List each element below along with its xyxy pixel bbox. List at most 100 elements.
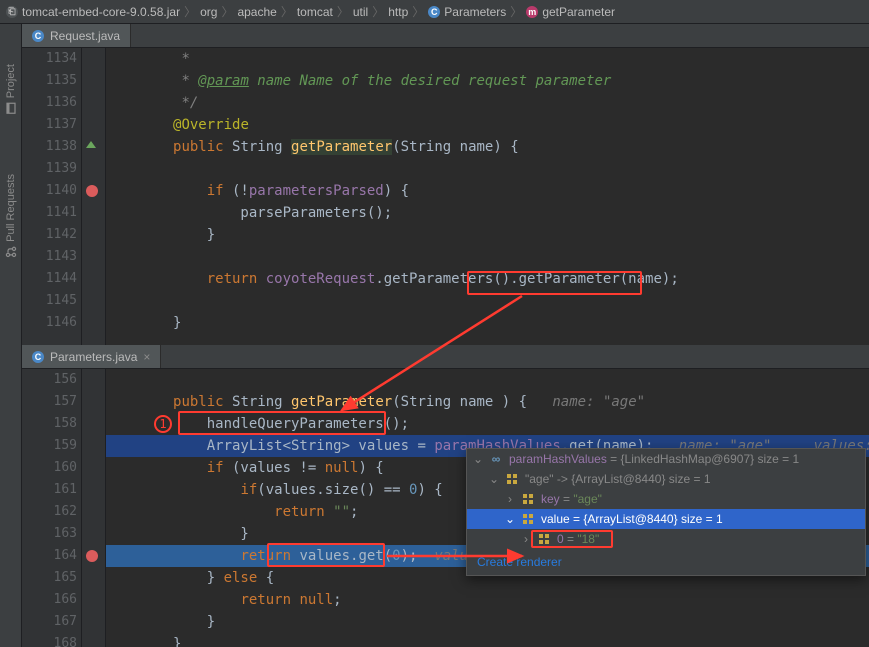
line-number: 1140 — [22, 183, 77, 198]
line-number: 159 — [22, 438, 77, 453]
line-number: 160 — [22, 460, 77, 475]
toolwindow-pull-requests[interactable]: Pull Requests — [5, 174, 17, 258]
debug-var-text: "age" -> {ArrayList@8440} size = 1 — [525, 472, 711, 486]
debug-var-row[interactable]: › 0 = "18" — [467, 529, 865, 549]
tree-collapsed-icon[interactable]: › — [521, 532, 531, 546]
line-number: 158 — [22, 416, 77, 431]
debug-var-row[interactable]: › key = "age" — [467, 489, 865, 509]
code-line[interactable]: } — [106, 224, 869, 246]
code-line[interactable]: */ — [106, 92, 869, 114]
breadcrumb-item[interactable]: ⎗tomcat-embed-core-9.0.58.jar — [6, 5, 180, 19]
line-number: 1138 — [22, 139, 77, 154]
code-line[interactable]: public String getParameter(String name) … — [106, 136, 869, 158]
overrides-icon — [86, 141, 96, 148]
breadcrumb-item[interactable]: util — [353, 5, 368, 19]
debug-var-row[interactable]: ⌄ "age" -> {ArrayList@8440} size = 1 — [467, 469, 865, 489]
code-line[interactable]: } — [106, 633, 869, 647]
breadcrumb-item[interactable]: m getParameter — [526, 5, 615, 19]
line-number: 1146 — [22, 315, 77, 330]
line-number: 165 — [22, 570, 77, 585]
chevron-right-icon: 〉 — [372, 3, 384, 20]
tab-request-java[interactable]: C Request.java — [22, 24, 131, 47]
line-number: 1145 — [22, 293, 77, 308]
editor-request[interactable]: 1134113511361137113811391140114111421143… — [22, 48, 869, 345]
object-icon — [489, 452, 503, 466]
debug-var-row[interactable]: ⌄ value = {ArrayList@8440} size = 1 — [467, 509, 865, 529]
close-icon[interactable]: × — [143, 350, 150, 364]
breadcrumb-label: tomcat — [297, 5, 333, 19]
tab-label: Request.java — [50, 29, 120, 43]
tree-expanded-icon[interactable]: ⌄ — [473, 452, 483, 466]
line-number: 1134 — [22, 51, 77, 66]
code-line[interactable]: * — [106, 48, 869, 70]
tree-expanded-icon[interactable]: ⌄ — [489, 472, 499, 486]
code-line[interactable] — [106, 158, 869, 180]
line-number: 1139 — [22, 161, 77, 176]
line-number: 1144 — [22, 271, 77, 286]
breadcrumb-item[interactable]: tomcat — [297, 5, 333, 19]
code-line[interactable] — [106, 246, 869, 268]
create-renderer-link[interactable]: Create renderer — [467, 549, 865, 575]
debug-var-text: key = "age" — [541, 492, 602, 506]
breadcrumb-item[interactable]: apache — [237, 5, 276, 19]
code-line[interactable]: parseParameters(); — [106, 202, 869, 224]
tab-label: Parameters.java — [50, 350, 137, 364]
debug-var-text: value = {ArrayList@8440} size = 1 — [541, 512, 723, 526]
line-number: 161 — [22, 482, 77, 497]
line-number: 162 — [22, 504, 77, 519]
editor-tabstrip-top: C Request.java — [22, 24, 869, 48]
code-line[interactable]: } — [106, 611, 869, 633]
code-line[interactable]: return null; — [106, 589, 869, 611]
toolwindow-strip: Project Pull Requests — [0, 24, 22, 647]
code-line[interactable] — [106, 290, 869, 312]
breadcrumb: ⎗tomcat-embed-core-9.0.58.jar 〉 org 〉 apache… — [0, 0, 869, 24]
line-number: 163 — [22, 526, 77, 541]
debug-var-text: 0 = "18" — [557, 532, 599, 546]
chevron-right-icon: 〉 — [221, 3, 233, 20]
line-number: 157 — [22, 394, 77, 409]
code-line[interactable]: } — [106, 312, 869, 334]
line-number: 1142 — [22, 227, 77, 242]
field-icon — [537, 532, 551, 546]
line-number: 168 — [22, 636, 77, 647]
line-number: 164 — [22, 548, 77, 563]
line-number: 1135 — [22, 73, 77, 88]
debugger-inline-popup[interactable]: ⌄ paramHashValues = {LinkedHashMap@6907} … — [466, 448, 866, 576]
line-number: 1143 — [22, 249, 77, 264]
code-line[interactable]: @Override — [106, 114, 869, 136]
chevron-right-icon: 〉 — [184, 3, 196, 20]
line-number: 1137 — [22, 117, 77, 132]
chevron-right-icon: 〉 — [281, 3, 293, 20]
breadcrumb-item[interactable]: CParameters — [428, 5, 506, 19]
field-icon — [505, 472, 519, 486]
code-line[interactable]: return coyoteRequest.getParameters().get… — [106, 268, 869, 290]
breadcrumb-label: http — [388, 5, 408, 19]
breadcrumb-label: getParameter — [542, 5, 615, 19]
editor-parameters[interactable]: 156157158159160161162163164165166167168 … — [22, 369, 869, 647]
line-number: 167 — [22, 614, 77, 629]
code-line[interactable]: if (!parametersParsed) { — [106, 180, 869, 202]
line-number: 166 — [22, 592, 77, 607]
toolwindow-project[interactable]: Project — [5, 64, 17, 114]
field-icon — [521, 492, 535, 506]
chevron-right-icon: 〉 — [337, 3, 349, 20]
tree-collapsed-icon[interactable]: › — [505, 492, 515, 506]
tree-expanded-icon[interactable]: ⌄ — [505, 512, 515, 526]
code-line[interactable]: public String getParameter(String name )… — [106, 391, 869, 413]
code-line[interactable] — [106, 369, 869, 391]
lib-icon: ⎗ — [6, 6, 18, 18]
breadcrumb-item[interactable]: org — [200, 5, 217, 19]
chevron-right-icon: 〉 — [510, 3, 522, 20]
breadcrumb-label: org — [200, 5, 217, 19]
debug-var-text: paramHashValues = {LinkedHashMap@6907} s… — [509, 452, 799, 466]
method-icon: m — [526, 6, 538, 18]
toolwindow-project-label: Project — [5, 64, 17, 98]
code-line[interactable]: handleQueryParameters(); — [106, 413, 869, 435]
code-line[interactable]: * @param name Name of the desired reques… — [106, 70, 869, 92]
tab-parameters-java[interactable]: C Parameters.java × — [22, 345, 161, 368]
chevron-right-icon: 〉 — [412, 3, 424, 20]
field-icon — [521, 512, 535, 526]
breadcrumb-item[interactable]: http — [388, 5, 408, 19]
debug-var-row[interactable]: ⌄ paramHashValues = {LinkedHashMap@6907} … — [467, 449, 865, 469]
breakpoint-icon — [86, 550, 98, 562]
